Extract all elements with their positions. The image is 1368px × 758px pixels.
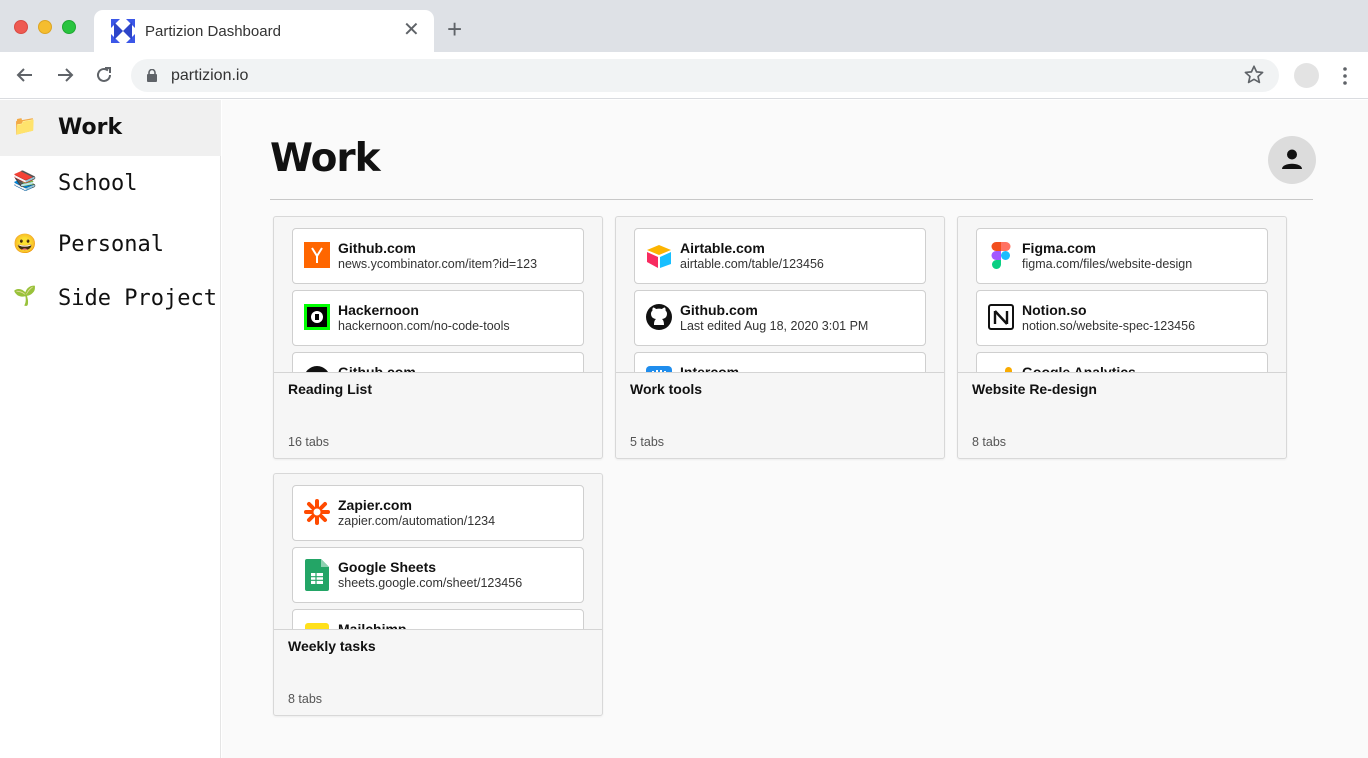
main-content: Work Github.com news.ycombinator.com/ite… [222,100,1368,758]
link-card[interactable]: Github.com news.ycombinator.com/item?id=… [292,228,584,284]
link-card[interactable]: Mailchimp [292,609,584,630]
link-url: airtable.com/table/123456 [680,257,824,271]
sidebar-item-personal[interactable]: 😀 Personal [0,217,221,273]
github-icon [306,366,328,372]
group-preview: Figma.com figma.com/files/website-design… [958,217,1286,373]
intercom-icon [646,366,672,372]
zapier-icon [304,499,330,525]
arrow-right-icon[interactable] [54,64,76,86]
tab-group-card[interactable]: Github.com news.ycombinator.com/item?id=… [273,216,603,459]
figma-icon [991,242,1011,269]
smiley-icon: 😀 [13,234,37,255]
link-url: notion.so/website-spec-123456 [1022,319,1196,333]
link-title: Zapier.com [338,497,412,513]
tab-group-card[interactable]: Airtable.com airtable.com/table/123456 G… [615,216,945,459]
maximize-window-button[interactable] [62,20,76,34]
github-icon [646,304,672,330]
link-card[interactable]: Figma.com figma.com/files/website-design [976,228,1268,284]
link-card[interactable]: Zapier.com zapier.com/automation/1234 [292,485,584,541]
group-name: Reading List [288,381,373,397]
sidebar-item-label: Side Project [58,286,217,311]
link-card[interactable]: Github.com [292,352,584,373]
group-name: Website Re-design [972,381,1097,397]
group-tab-count: 16 tabs [288,435,330,449]
link-url: zapier.com/automation/1234 [338,514,496,528]
link-title: Github.com [680,302,758,318]
link-title: Figma.com [1022,240,1096,256]
google-sheets-icon [305,559,329,591]
ycombinator-icon [304,242,330,268]
link-title: Hackernoon [338,302,419,318]
address-bar[interactable]: partizion.io [131,59,1279,92]
group-name: Weekly tasks [288,638,376,654]
user-account-button[interactable] [1268,136,1316,184]
sidebar-item-label: School [58,171,138,196]
tab-group-card[interactable]: Zapier.com zapier.com/automation/1234 Go… [273,473,603,716]
link-card[interactable]: Google Sheets sheets.google.com/sheet/12… [292,547,584,603]
tab-group-card[interactable]: Figma.com figma.com/files/website-design… [957,216,1287,459]
link-card[interactable]: Github.com Last edited Aug 18, 2020 3:01… [634,290,926,346]
sidebar-item-side-project[interactable]: 🌱 Side Project [0,271,221,327]
sidebar-item-work[interactable]: 📁 Work [0,100,221,156]
link-card[interactable]: Airtable.com airtable.com/table/123456 [634,228,926,284]
group-preview: Airtable.com airtable.com/table/123456 G… [616,217,944,373]
mailchimp-icon [305,623,329,629]
kebab-menu-icon[interactable] [1343,66,1347,86]
link-url: figma.com/files/website-design [1022,257,1193,271]
link-url: news.ycombinator.com/item?id=123 [338,257,538,271]
link-title: Github.com [338,364,416,373]
link-title: Google Sheets [338,559,437,575]
link-card[interactable]: Google Analytics [976,352,1268,373]
group-name: Work tools [630,381,703,397]
google-analytics-icon [1005,367,1012,372]
group-tab-count: 8 tabs [972,435,1007,449]
profile-avatar[interactable] [1294,63,1319,88]
sidebar-item-label: Work [58,115,123,140]
group-preview: Github.com news.ycombinator.com/item?id=… [274,217,602,373]
link-card[interactable]: Hackernoon hackernoon.com/no-code-tools [292,290,584,346]
link-title: Notion.so [1022,302,1087,318]
link-title: Google Analytics [1022,364,1136,373]
sidebar-item-school[interactable]: 📚 School [0,156,221,212]
link-title: Airtable.com [680,240,765,256]
close-icon[interactable]: ✕ [403,19,420,41]
url-text: partizion.io [171,67,249,84]
partizion-logo-icon [111,19,135,43]
star-icon[interactable] [1243,64,1265,86]
title-divider [270,199,1313,200]
minimize-window-button[interactable] [38,20,52,34]
notion-icon [988,304,1014,330]
link-url: sheets.google.com/sheet/123456 [338,576,523,590]
link-url: hackernoon.com/no-code-tools [338,319,510,333]
tab-title: Partizion Dashboard [145,23,281,40]
books-icon: 📚 [13,171,37,192]
user-icon [1282,149,1302,169]
group-preview: Zapier.com zapier.com/automation/1234 Go… [274,474,602,630]
group-tab-count: 5 tabs [630,435,665,449]
sidebar: 📁 Work 📚 School 😀 Personal 🌱 Side Projec… [0,100,221,758]
plus-icon[interactable]: + [447,16,462,42]
airtable-icon [647,245,671,268]
link-card[interactable]: Intercom [634,352,926,373]
page-title: Work [270,136,381,181]
link-title: Github.com [338,240,416,256]
sidebar-item-label: Personal [58,232,164,257]
link-url: Last edited Aug 18, 2020 3:01 PM [680,319,869,333]
hackernoon-icon [304,304,330,330]
link-title: Mailchimp [338,621,407,630]
link-title: Intercom [680,364,740,373]
lock-icon [147,69,157,82]
browser-toolbar: partizion.io [0,52,1368,99]
group-tab-count: 8 tabs [288,692,323,706]
link-card[interactable]: Notion.so notion.so/website-spec-123456 [976,290,1268,346]
seedling-icon: 🌱 [13,286,37,307]
reload-icon[interactable] [93,64,115,86]
browser-tab-active[interactable]: Partizion Dashboard ✕ [94,10,434,52]
folder-icon: 📁 [13,116,37,137]
browser-tabstrip: Partizion Dashboard ✕ + [0,0,1368,52]
arrow-left-icon[interactable] [14,64,36,86]
close-window-button[interactable] [14,20,28,34]
